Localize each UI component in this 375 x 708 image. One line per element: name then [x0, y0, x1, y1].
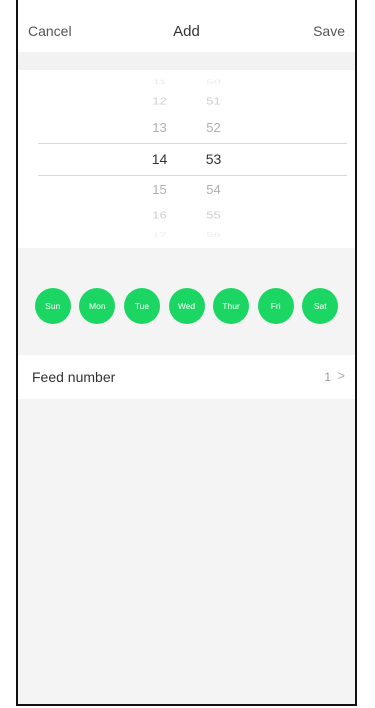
day-toggle-mon[interactable]: Mon	[79, 288, 116, 324]
hour-value: 17	[152, 231, 167, 239]
minute-value: 50	[206, 78, 221, 86]
picker-row-selected[interactable]: 14 53	[18, 151, 355, 171]
chevron-right-icon: >	[337, 368, 345, 383]
day-toggle-wed[interactable]: Wed	[168, 288, 205, 324]
picker-row[interactable]: 12 51	[18, 96, 355, 111]
hour-value: 13	[152, 120, 167, 135]
hour-value: 14	[151, 151, 168, 167]
minute-value: 53	[205, 151, 222, 167]
minute-value: 56	[206, 231, 221, 239]
day-label: Tue	[134, 301, 150, 311]
time-picker[interactable]: 11 50 12 51 13 52 14 53 15 54 16 55 17 5…	[18, 70, 355, 248]
weekday-selector: Sun Mon Tue Wed Thur Fri Sat	[18, 288, 355, 324]
hour-value: 16	[152, 209, 167, 221]
page-title: Add	[173, 23, 200, 40]
feed-number-value: 1	[324, 370, 331, 384]
minute-value: 52	[206, 120, 221, 135]
day-label: Sun	[45, 301, 61, 311]
day-label: Mon	[89, 301, 106, 311]
minute-value: 51	[206, 95, 221, 107]
day-label: Sat	[313, 301, 327, 311]
day-toggle-fri[interactable]: Fri	[257, 288, 294, 324]
day-label: Thur	[222, 301, 240, 311]
save-button[interactable]: Save	[313, 23, 345, 39]
hour-value: 11	[152, 78, 167, 86]
picker-row[interactable]: 13 52	[18, 120, 355, 140]
day-label: Wed	[177, 301, 196, 311]
day-toggle-sat[interactable]: Sat	[302, 288, 339, 324]
picker-row[interactable]: 11 50	[18, 78, 355, 88]
minute-value: 54	[206, 182, 221, 197]
picker-row[interactable]: 17 56	[18, 231, 355, 241]
minute-value: 55	[206, 209, 221, 221]
nav-bar: Cancel Add Save	[18, 0, 355, 52]
picker-row[interactable]: 16 55	[18, 210, 355, 225]
feed-number-row[interactable]: Feed number 1 >	[18, 355, 355, 399]
hour-value: 12	[152, 95, 167, 107]
picker-selection-line-top	[38, 143, 347, 144]
header-spacer	[18, 52, 355, 70]
picker-row[interactable]: 15 54	[18, 182, 355, 202]
hour-value: 15	[152, 182, 167, 197]
day-label: Fri	[270, 301, 281, 311]
day-toggle-sun[interactable]: Sun	[34, 288, 71, 324]
feed-number-label: Feed number	[32, 369, 116, 385]
day-toggle-thur[interactable]: Thur	[213, 288, 250, 324]
day-toggle-tue[interactable]: Tue	[123, 288, 160, 324]
app-screen: Cancel Add Save 11 50 12 51 13 52 14 53 …	[16, 0, 357, 706]
picker-selection-line-bottom	[38, 175, 347, 176]
